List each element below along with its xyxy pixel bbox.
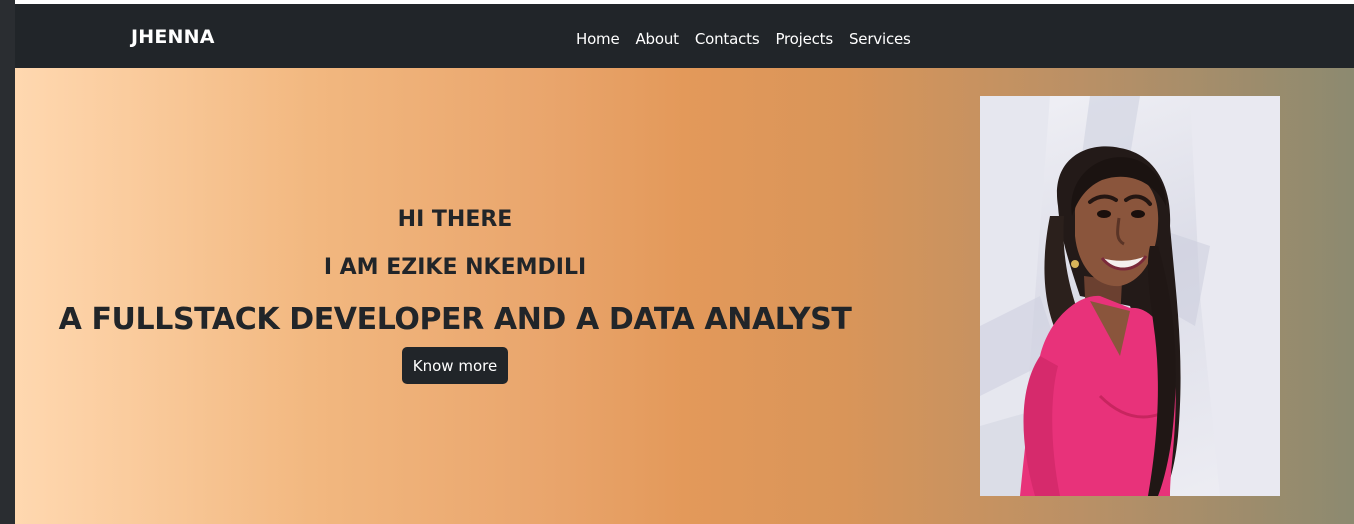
hero-name: I AM EZIKE NKEMDILI <box>323 255 587 280</box>
hero-greeting: HI THERE <box>397 207 513 232</box>
hero-section: HI THERE I AM EZIKE NKEMDILI A FULLSTACK… <box>15 68 1354 524</box>
hero-role: A FULLSTACK DEVELOPER AND A DATA ANALYST <box>58 302 852 337</box>
profile-photo <box>980 96 1280 496</box>
navbar: JHENNA Home About Contacts Projects Serv… <box>15 4 1354 68</box>
nav-links: Home About Contacts Projects Services <box>576 30 911 48</box>
nav-link-contacts[interactable]: Contacts <box>695 30 760 48</box>
nav-link-about[interactable]: About <box>636 30 680 48</box>
browser-viewport: JHENNA Home About Contacts Projects Serv… <box>0 0 1354 524</box>
brand-logo[interactable]: JHENNA <box>131 26 215 48</box>
nav-link-projects[interactable]: Projects <box>775 30 833 48</box>
hero-text: HI THERE I AM EZIKE NKEMDILI A FULLSTACK… <box>15 68 895 524</box>
nav-link-home[interactable]: Home <box>576 30 620 48</box>
window-edge <box>0 0 15 524</box>
nav-link-services[interactable]: Services <box>849 30 911 48</box>
know-more-button[interactable]: Know more <box>402 347 508 384</box>
